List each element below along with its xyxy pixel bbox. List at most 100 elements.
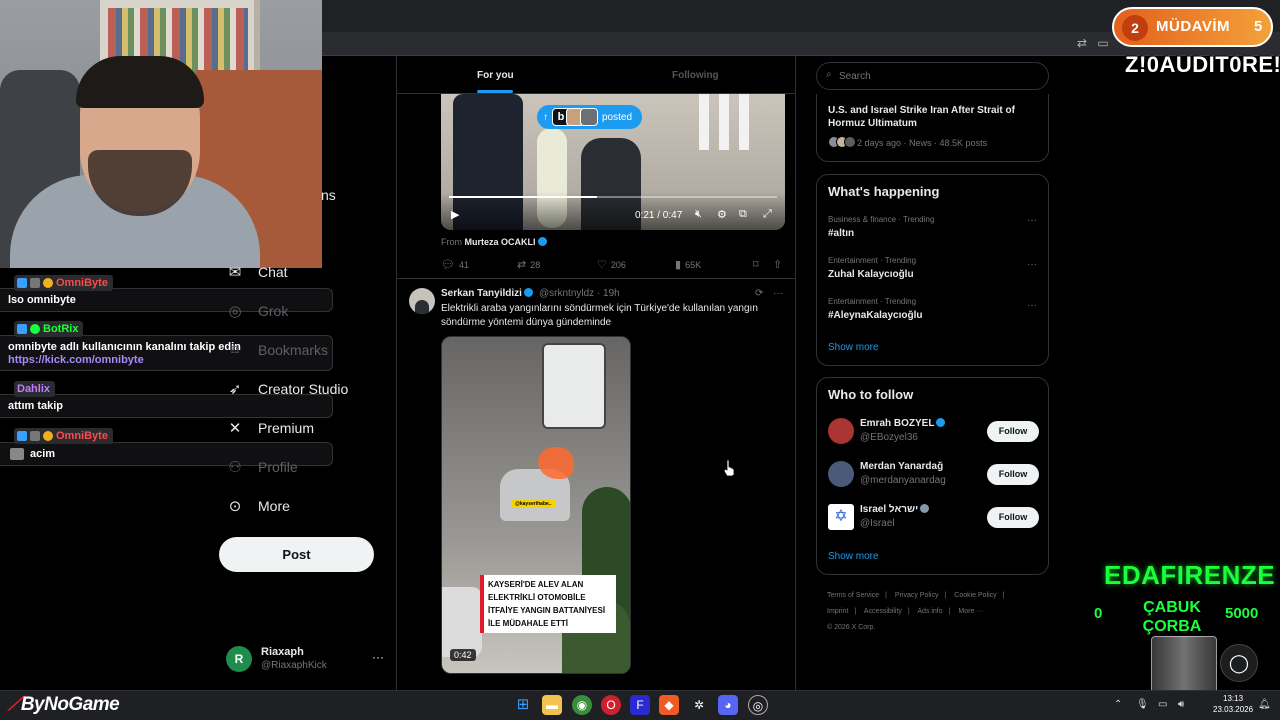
goal-min: 0 bbox=[1094, 605, 1103, 622]
play-icon[interactable]: ▶ bbox=[451, 208, 459, 221]
avatar[interactable] bbox=[828, 461, 854, 487]
account-switcher[interactable]: R Riaxaph @RiaxaphKick ··· bbox=[226, 644, 386, 674]
loyalty-badge: 2 MÜDAVİM 5 bbox=[1112, 7, 1273, 47]
tweet2-video[interactable]: @kayserihabe.. KAYSERİ'DE ALEV ALAN ELEK… bbox=[441, 336, 631, 674]
nav-item-bookmarks[interactable]: ⌑ Bookmarks bbox=[226, 341, 328, 359]
avatar bbox=[844, 136, 856, 148]
chat-link[interactable]: https://kick.com/omnibyte bbox=[8, 354, 144, 366]
app-f-icon[interactable]: F bbox=[630, 695, 650, 715]
footer-link-imprint[interactable]: Imprint bbox=[827, 608, 848, 615]
verified-badge-icon bbox=[537, 237, 547, 246]
chatgpt-icon[interactable]: ✲ bbox=[689, 695, 709, 715]
news-card[interactable]: U.S. and Israel Strike Iran After Strait… bbox=[816, 94, 1049, 162]
follow-user-name[interactable]: Emrah BOZYEL bbox=[860, 418, 946, 429]
bookmark-icon: ⌑ bbox=[231, 342, 239, 359]
notification-icon[interactable]: 🔔︎ bbox=[1258, 699, 1271, 710]
avatar: R bbox=[226, 646, 252, 672]
repost-button[interactable]: ⇄ 28 bbox=[517, 258, 540, 271]
nav-item-chat[interactable]: ✉ Chat bbox=[226, 263, 288, 281]
footer-link-more[interactable]: More ··· bbox=[958, 608, 983, 615]
views-button[interactable]: ▮ 65K bbox=[675, 258, 701, 271]
footer-link-privacy[interactable]: Privacy Policy bbox=[895, 592, 939, 599]
chat-username: OmniByte bbox=[14, 428, 113, 444]
chrome-alt-icon[interactable]: ◎ bbox=[748, 695, 768, 715]
whats-happening: What's happening Business & finance · Tr… bbox=[816, 174, 1049, 366]
reply-icon: 💬︎ bbox=[441, 259, 455, 271]
follow-user-handle: @merdanyanardag bbox=[860, 475, 946, 486]
nav-item-more[interactable]: ⊙ More bbox=[226, 497, 290, 515]
fullscreen-icon[interactable]: ⤢ bbox=[763, 208, 772, 221]
nav-item-premium[interactable]: ✕ Premium bbox=[226, 419, 314, 437]
source-author[interactable]: Murteza OCAKLI bbox=[465, 237, 536, 247]
follow-button[interactable]: Follow bbox=[987, 464, 1039, 485]
tab-following[interactable]: Following bbox=[672, 70, 719, 81]
star-of-david-icon[interactable]: ✡ bbox=[828, 504, 854, 530]
section-title: Who to follow bbox=[828, 387, 914, 402]
brave-icon[interactable]: ◆ bbox=[659, 695, 679, 715]
video-watermark: @kayserihabe.. bbox=[512, 500, 555, 508]
video-progress-bar[interactable] bbox=[449, 196, 777, 198]
more-icon[interactable]: ··· bbox=[1027, 259, 1037, 270]
show-more-link[interactable]: Show more bbox=[828, 342, 879, 353]
more-icon[interactable]: ··· bbox=[372, 650, 384, 664]
volume-icon[interactable]: 🔊︎ bbox=[1178, 699, 1184, 710]
more-icon[interactable]: ··· bbox=[1027, 300, 1037, 311]
pip-icon[interactable]: ⧉ bbox=[739, 208, 747, 221]
follow-button[interactable]: Follow bbox=[987, 421, 1039, 442]
chrome-icon[interactable]: ◉ bbox=[572, 695, 592, 715]
opera-icon[interactable]: O bbox=[601, 695, 621, 715]
nav-item-partial[interactable]: ns bbox=[321, 187, 336, 203]
badge-icon bbox=[17, 324, 27, 334]
follow-user-name[interactable]: Israel ישראל bbox=[860, 504, 930, 515]
bookmark-icon: ⌑ bbox=[753, 259, 759, 271]
more-icon[interactable]: ··· bbox=[773, 288, 783, 299]
windows-start-icon[interactable]: ⊞ bbox=[513, 695, 533, 715]
like-button[interactable]: ♡ 206 bbox=[597, 258, 626, 271]
footer-link-terms[interactable]: Terms of Service bbox=[827, 592, 879, 599]
follow-button[interactable]: Follow bbox=[987, 507, 1039, 528]
account-handle: @RiaxaphKick bbox=[261, 660, 327, 671]
share-button[interactable]: ⇧ bbox=[773, 258, 782, 271]
post-button[interactable]: Post bbox=[219, 537, 374, 572]
settings-icon[interactable]: ⚙ bbox=[717, 208, 727, 221]
follow-user-name[interactable]: Merdan Yanardağ bbox=[860, 461, 943, 472]
tab-for-you[interactable]: For you bbox=[477, 70, 514, 81]
video-time: 0:21 / 0:47 bbox=[635, 210, 683, 221]
goal-max: 5000 bbox=[1225, 605, 1259, 622]
overlay-username: Z!0AUDIT0RE! bbox=[1125, 52, 1280, 77]
chat-message: attım takip bbox=[8, 400, 64, 412]
reply-button[interactable]: 💬︎ 41 bbox=[441, 258, 469, 271]
network-icon[interactable]: ▭ bbox=[1158, 699, 1167, 710]
nav-item-grok[interactable]: ◎ Grok bbox=[226, 302, 288, 320]
bookmark-button[interactable]: ⌑ bbox=[753, 258, 759, 271]
grok-icon[interactable]: ⟳ bbox=[755, 288, 763, 299]
more-icon[interactable]: ··· bbox=[1027, 215, 1037, 226]
news-avatars bbox=[828, 136, 856, 148]
show-more-link[interactable]: Show more bbox=[828, 551, 879, 562]
chat-username: BotRix bbox=[14, 321, 84, 337]
footer-link-cookies[interactable]: Cookie Policy bbox=[954, 592, 996, 599]
clock[interactable]: 13:13 23.03.2026 bbox=[1213, 693, 1253, 715]
tweet-author[interactable]: Serkan Tanyildizi bbox=[441, 288, 533, 299]
footer-link-accessibility[interactable]: Accessibility bbox=[864, 608, 902, 615]
chevron-up-icon[interactable]: ⌃ bbox=[1114, 699, 1122, 710]
verified-badge-icon bbox=[936, 418, 946, 427]
nav-item-profile[interactable]: ⚇ Profile bbox=[226, 458, 297, 476]
footer-link-ads[interactable]: Ads info bbox=[917, 608, 942, 615]
chat-message: lso omnibyte bbox=[8, 294, 76, 306]
search-input[interactable]: ⌕ Search bbox=[816, 62, 1049, 90]
grok-icon: ◎ bbox=[228, 303, 242, 320]
follow-user-handle: @EBozyel36 bbox=[860, 432, 918, 443]
nav-item-creator-studio[interactable]: ➶ Creator Studio bbox=[226, 380, 349, 398]
file-explorer-icon[interactable]: ▬ bbox=[542, 695, 562, 715]
mute-icon[interactable]: 🔇︎ bbox=[695, 208, 702, 221]
avatar[interactable] bbox=[828, 418, 854, 444]
chat-username: Dahlix bbox=[14, 381, 56, 397]
new-posts-pill[interactable]: ↑ b posted bbox=[537, 105, 643, 129]
cast-icon[interactable]: ▭ bbox=[1096, 36, 1110, 50]
discord-icon[interactable]: ◕ bbox=[718, 695, 738, 715]
avatar[interactable] bbox=[409, 288, 435, 314]
translate-icon[interactable]: ⇄ bbox=[1075, 36, 1089, 50]
chat-bubble-icon[interactable]: ◯ bbox=[1220, 644, 1258, 682]
mic-icon[interactable]: 🎙︎ bbox=[1136, 699, 1149, 710]
